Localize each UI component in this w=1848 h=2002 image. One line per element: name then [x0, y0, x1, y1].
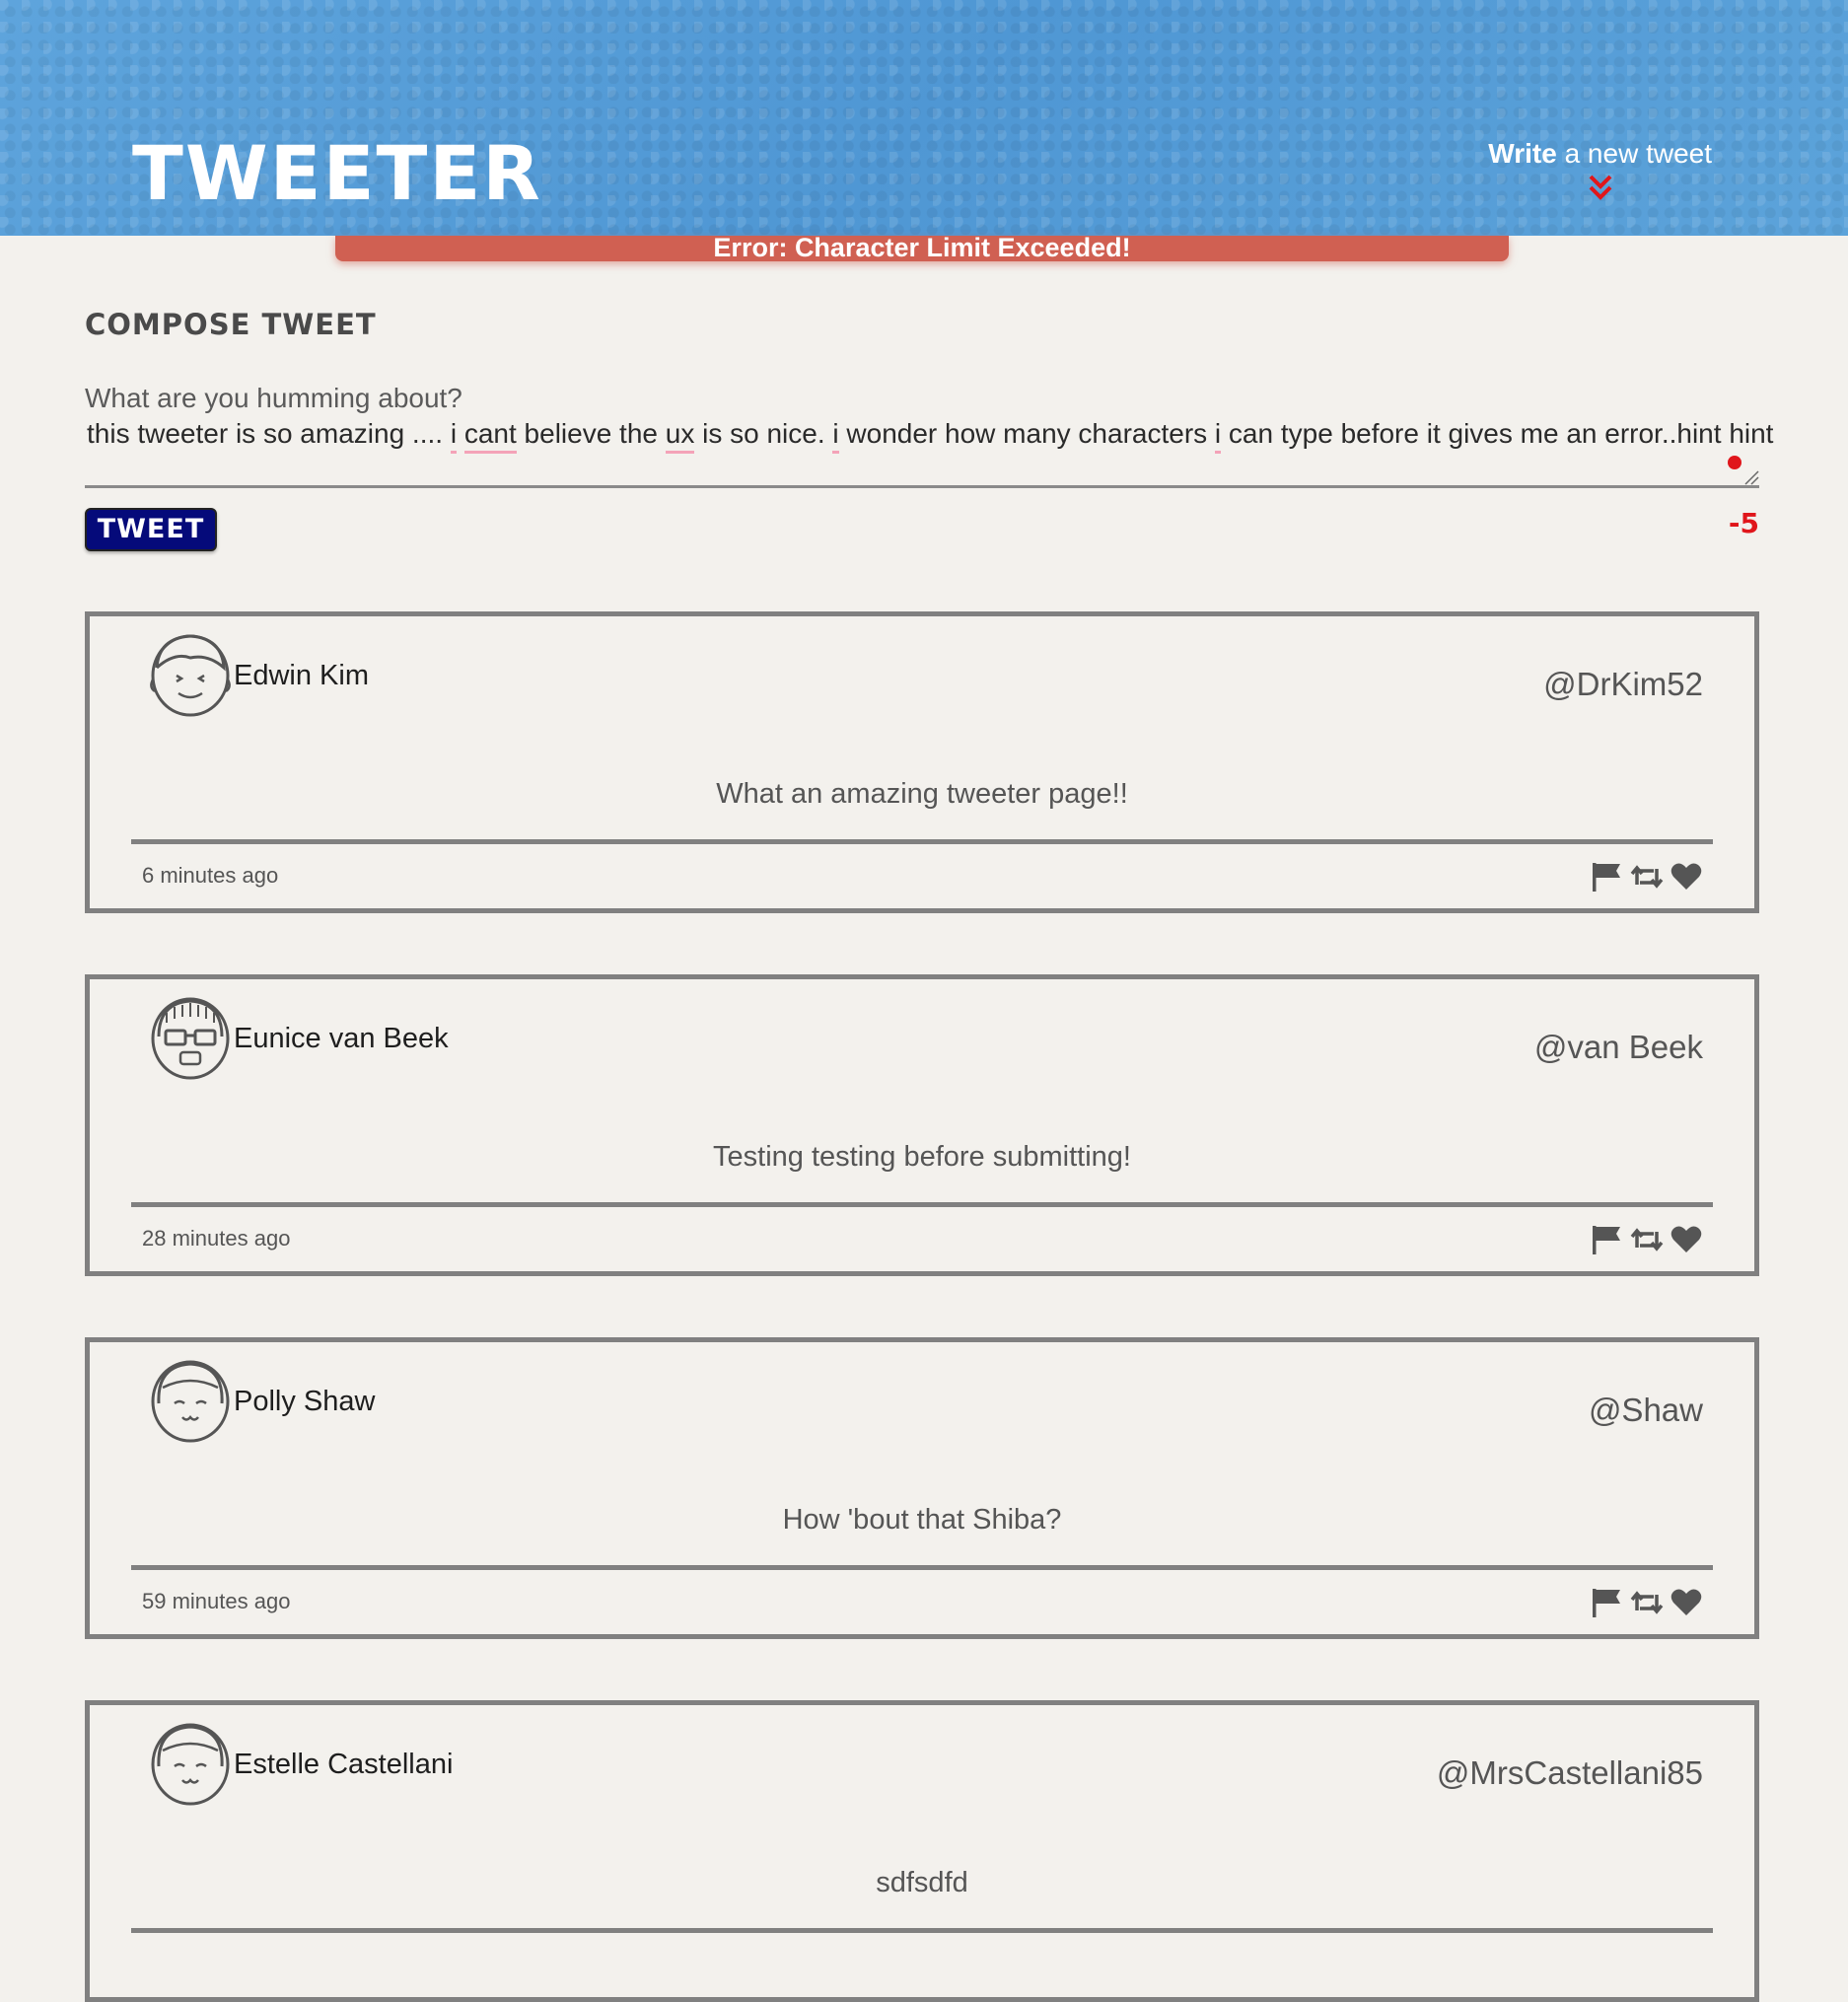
header: TWEETER Write a new tweet — [0, 0, 1848, 236]
text-segment: wonder how many characters — [838, 418, 1215, 449]
divider — [131, 839, 1713, 844]
tweet-actions — [1591, 1587, 1703, 1618]
author-handle: @DrKim52 — [1543, 666, 1703, 702]
tweet-textarea[interactable]: this tweeter is so amazing .... i cant b… — [87, 418, 1773, 454]
divider — [131, 1565, 1713, 1570]
double-chevron-down-icon[interactable] — [1588, 174, 1613, 201]
flag-icon[interactable] — [1591, 1587, 1624, 1618]
timestamp: 28 minutes ago — [142, 1226, 291, 1251]
write-rest-label: a new tweet — [1564, 138, 1712, 169]
heart-icon[interactable] — [1670, 861, 1703, 893]
tweet-card: Estelle Castellani @MrsCastellani85 sdfs… — [85, 1700, 1759, 2002]
retweet-icon[interactable] — [1630, 1224, 1664, 1255]
compose-placeholder-label: What are you humming about? — [85, 383, 462, 413]
logo: TWEETER — [132, 129, 542, 217]
author-name: Eunice van Beek — [234, 1023, 449, 1054]
tweet-text: sdfsdfd — [876, 1867, 968, 1898]
text-segment: can type before it gives me an error..hi… — [1221, 418, 1774, 449]
tweet-text: Testing testing before submitting! — [713, 1141, 1131, 1173]
text-segment — [457, 418, 464, 449]
heart-icon[interactable] — [1670, 1587, 1703, 1618]
misspelled-word: ux — [665, 418, 695, 454]
retweet-icon[interactable] — [1630, 1587, 1664, 1618]
divider — [131, 1928, 1713, 1933]
text-segment: this tweeter is so amazing .... — [87, 418, 451, 449]
misspelled-word: cant — [463, 418, 517, 454]
author-handle: @van Beek — [1533, 1029, 1703, 1065]
write-new-tweet-link[interactable]: Write a new tweet — [1488, 140, 1712, 201]
girl-glasses-face-icon — [151, 997, 230, 1080]
tweet-card: Polly Shaw @Shaw How 'bout that Shiba? 5… — [85, 1337, 1759, 1639]
error-banner: Error: Character Limit Exceeded! — [335, 235, 1509, 261]
girl-bangs-face-icon — [151, 1723, 230, 1806]
tweet-actions — [1591, 1224, 1703, 1255]
heart-icon[interactable] — [1670, 1224, 1703, 1255]
flag-icon[interactable] — [1591, 861, 1624, 893]
tweet-text: What an amazing tweeter page!! — [716, 778, 1128, 810]
author-handle: @MrsCastellani85 — [1436, 1754, 1703, 1791]
flag-icon[interactable] — [1591, 1224, 1624, 1255]
author-name: Polly Shaw — [234, 1386, 376, 1417]
tweet-card: Eunice van Beek @van Beek Testing testin… — [85, 974, 1759, 1276]
author-handle: @Shaw — [1588, 1392, 1703, 1428]
author-name: Estelle Castellani — [234, 1749, 454, 1780]
resize-grip-icon[interactable] — [1741, 467, 1759, 485]
boy-face-icon — [150, 634, 231, 717]
character-counter: -5 — [1728, 507, 1759, 539]
timestamp: 6 minutes ago — [142, 863, 279, 888]
tweet-card: Edwin Kim @DrKim52 What an amazing tweet… — [85, 611, 1759, 913]
tweet-actions — [1591, 861, 1703, 893]
tweet-button[interactable]: TWEET — [85, 508, 217, 551]
text-segment: believe the — [516, 418, 666, 449]
tweet-text: How 'bout that Shiba? — [782, 1504, 1062, 1536]
girl-bangs-face-icon — [151, 1360, 230, 1443]
text-segment: is so nice. — [694, 418, 833, 449]
error-dot-indicator — [1728, 456, 1741, 469]
author-name: Edwin Kim — [234, 660, 369, 691]
retweet-icon[interactable] — [1630, 861, 1664, 893]
compose-underline — [85, 485, 1759, 488]
compose-title: COMPOSE TWEET — [85, 308, 377, 341]
write-label: Write — [1488, 138, 1557, 169]
timestamp: 59 minutes ago — [142, 1589, 291, 1613]
divider — [131, 1202, 1713, 1207]
